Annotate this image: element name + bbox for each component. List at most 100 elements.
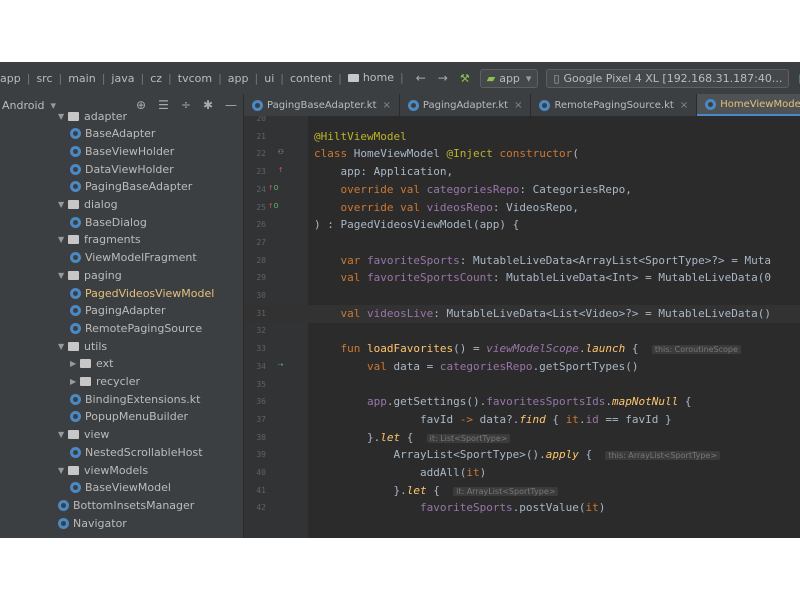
breadcrumb-item[interactable]: ui | [264,72,290,85]
code-line[interactable]: 41 }.let { it: ArrayList<SportType> [244,482,800,500]
tree-item[interactable]: Navigator [0,514,127,532]
code-line[interactable]: 29 val favoriteSportsCount: MutableLiveD… [244,269,800,287]
tree-item[interactable]: ▶ recycler [0,373,140,391]
code-line[interactable]: 35 [244,376,800,394]
chevron-down-icon[interactable]: ▼ [58,271,68,280]
tree-item-label: viewModels [84,463,149,477]
tree-item[interactable]: ▼ utils [0,337,107,355]
code-line[interactable]: 32 [244,322,800,340]
tree-item[interactable]: PagingBaseAdapter [0,178,192,196]
close-icon[interactable]: × [514,100,522,111]
target-icon[interactable]: ⊕ [136,98,146,112]
code-line[interactable]: 22 ⚇ class HomeViewModel @Inject construct… [244,145,800,163]
build-hammer-icon[interactable]: ⚒ [460,72,470,85]
override-marker-icon[interactable]: ↑o [268,183,279,193]
close-icon[interactable]: × [383,100,391,111]
tree-item[interactable]: ▼ fragments [0,231,141,249]
breadcrumb-item[interactable]: tvcom | [178,72,228,85]
code-line[interactable]: 28 var favoriteSports: MutableLiveData<A… [244,252,800,270]
override-marker-icon[interactable]: ↑o [268,201,279,211]
device-select[interactable]: ▯ Google Pixel 4 XL [192.168.31.187:40..… [546,68,790,88]
back-arrow-icon[interactable]: ← [416,71,426,85]
chevron-down-icon[interactable]: ▼ [58,235,68,244]
forward-arrow-icon[interactable]: → [438,71,448,85]
breadcrumb-item[interactable]: home | [347,71,410,84]
code-line[interactable]: 27 [244,234,800,252]
tree-item[interactable]: PagedVideosViewModel [0,284,214,302]
device-label: Google Pixel 4 XL [192.168.31.187:40... [563,71,783,85]
chevron-down-icon[interactable]: ▼ [58,112,68,121]
tree-item[interactable]: ▼ dialog [0,196,118,214]
chevron-down-icon[interactable]: ▼ [58,430,68,439]
editor-tab[interactable]: HomeViewModel.kt [697,94,800,116]
code-line[interactable]: 34 ⇢ val data = categoriesRepo.getSportTy… [244,358,800,376]
chevron-down-icon[interactable]: ▼ [58,466,68,475]
tree-item[interactable]: PopupMenuBuilder [0,408,188,426]
code-line[interactable]: 21 @HiltViewModel [244,128,800,146]
chevron-down-icon[interactable]: ▼ [58,342,68,351]
chevron-right-icon[interactable]: ▶ [70,359,80,368]
line-number: 36 [256,397,266,407]
breadcrumb-item[interactable]: content | [290,72,348,85]
folder-icon [68,430,79,440]
tree-item[interactable]: BottomInsetsManager [0,496,194,514]
code-line[interactable]: 37 favId -> data?.find { it.id == favId … [244,411,800,429]
hierarchy-icon[interactable]: ⚇ [278,147,283,157]
expand-all-icon[interactable]: ☰ [158,98,169,112]
run-config-select[interactable]: ▰ app ▾ [479,68,539,88]
code-line[interactable]: 20 [244,116,800,128]
chevron-down-icon[interactable]: ▼ [58,200,68,209]
tree-item[interactable]: ▼ paging [0,266,122,284]
class-icon [70,163,81,175]
minimize-icon[interactable]: — [225,98,237,112]
tree-item[interactable]: ▶ ext [0,355,113,373]
breadcrumb-item[interactable]: java | [111,72,150,85]
code-editor[interactable]: 20 21 @HiltViewModel 22 ⚇ class HomeViewModel… [244,116,800,538]
code-line[interactable]: 23 ↑ app: Application, [244,163,800,181]
close-icon[interactable]: × [680,100,688,111]
tab-label: RemotePagingSource.kt [554,99,674,111]
editor-tab[interactable]: PagingBaseAdapter.kt × [244,94,400,116]
kotlin-file-icon [539,99,551,111]
code-line[interactable]: 38 }.let { it: List<SportType> [244,429,800,447]
breadcrumb-item[interactable]: src | [36,72,68,85]
code-line[interactable]: 30 [244,287,800,305]
code-text: val videosLive: MutableLiveData<List<Vid… [340,306,772,320]
breadcrumb-item[interactable]: cz | [150,72,178,85]
tree-item[interactable]: ▼ viewModels [0,461,148,479]
tree-item[interactable]: ViewModelFragment [0,249,197,267]
editor-tab[interactable]: RemotePagingSource.kt × [531,94,698,116]
tree-item[interactable]: BaseDialog [0,213,147,231]
editor-tab[interactable]: PagingAdapter.kt × [400,94,532,116]
code-line[interactable]: 36 app.getSettings().favoritesSportsIds.… [244,393,800,411]
gear-icon[interactable]: ✱ [203,98,213,112]
line-number: 39 [256,450,266,460]
code-line[interactable]: 26) : PagedVideosViewModel(app) { [244,216,800,234]
code-line[interactable]: 42 favoriteSports.postValue(it) [244,499,800,517]
breadcrumb-label: content [289,71,333,85]
tree-item[interactable]: BaseViewModel [0,479,171,497]
tree-item[interactable]: ▼ view [0,426,109,444]
tree-item[interactable]: ▼ adapter [0,107,127,125]
tree-item[interactable]: NestedScrollableHost [0,443,203,461]
tree-item-label: Navigator [73,516,127,530]
breadcrumb-item[interactable]: app | [228,72,264,85]
code-line[interactable]: 33 fun loadFavorites() = viewModelScope.… [244,340,800,358]
code-line[interactable]: 40 addAll(it) [244,464,800,482]
suspend-call-icon[interactable]: ⇢ [278,360,283,370]
tree-item[interactable]: DataViewHolder [0,160,174,178]
chevron-right-icon[interactable]: ▶ [70,377,80,386]
tree-item[interactable]: RemotePagingSource [0,319,202,337]
code-line[interactable]: 24 ↑o override val categoriesRepo: Catego… [244,181,800,199]
override-marker-icon[interactable]: ↑ [278,165,283,175]
code-line[interactable]: 31 val videosLive: MutableLiveData<List<… [244,304,800,323]
tree-item[interactable]: PagingAdapter [0,302,166,320]
breadcrumb-item[interactable]: app | [0,72,36,85]
tree-item[interactable]: BindingExtensions.kt [0,390,200,408]
breadcrumb-item[interactable]: main | [68,72,111,85]
code-line[interactable]: 39 ArrayList<SportType>().apply { this: … [244,446,800,464]
tree-item[interactable]: BaseViewHolder [0,142,174,160]
collapse-all-icon[interactable]: ÷ [181,98,191,112]
code-line[interactable]: 25 ↑o override val videosRepo: VideosRepo… [244,199,800,217]
tree-item[interactable]: BaseAdapter [0,125,155,143]
